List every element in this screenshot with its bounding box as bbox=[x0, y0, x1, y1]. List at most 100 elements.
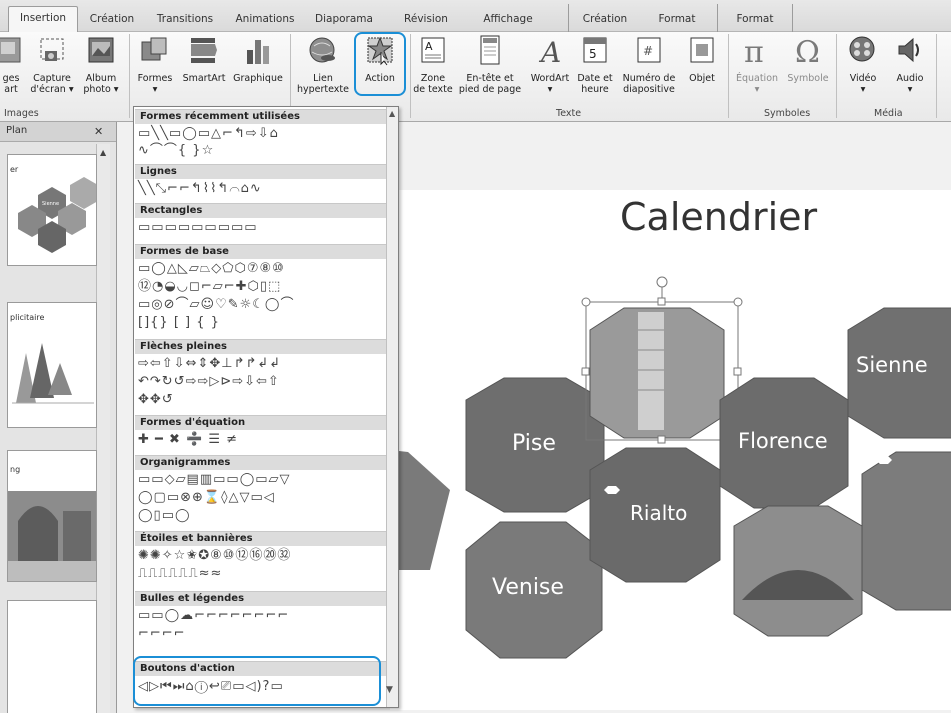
video-button[interactable]: Vidéo ▾ bbox=[840, 34, 886, 95]
hexagon-label-sienne: Sienne bbox=[856, 353, 928, 377]
shape-row[interactable]: ▭╲╲▭◯▭△⌐↰⇨⇩⌂ bbox=[138, 127, 279, 141]
plan-tab[interactable]: Plan bbox=[6, 125, 27, 136]
resize-handle[interactable] bbox=[581, 297, 591, 307]
svg-text:A: A bbox=[425, 40, 433, 53]
ribbon-tab-bar: Insertion Création Transitions Animation… bbox=[0, 0, 951, 33]
close-icon[interactable]: ✕ bbox=[94, 125, 103, 138]
svg-text:Ω: Ω bbox=[795, 35, 820, 68]
photo-hexagon-cathedral[interactable] bbox=[861, 451, 951, 611]
tab-format-contextual-1[interactable]: Format bbox=[645, 8, 709, 32]
smartart-button[interactable]: SmartArt bbox=[178, 34, 230, 84]
shape-row[interactable]: ◯▯▭◯ bbox=[138, 509, 191, 523]
tab-affichage[interactable]: Affichage bbox=[470, 8, 546, 32]
shape-row[interactable]: ◯▢▭⊗⊕⌛◊△▽▭◁ bbox=[138, 491, 275, 505]
slide-thumbnail-2[interactable]: plicitaire bbox=[7, 302, 97, 428]
date-heure-button[interactable]: 5 Date et heure bbox=[572, 34, 618, 95]
formes-label-2: ▾ bbox=[152, 84, 158, 95]
shape-row[interactable]: ⎍⎍⎍⎍⎍⎍≈≈ bbox=[138, 567, 222, 581]
group-separator bbox=[129, 34, 130, 118]
tab-animations[interactable]: Animations bbox=[226, 8, 304, 32]
scroll-up-icon[interactable]: ▲ bbox=[100, 148, 106, 157]
omega-icon: Ω bbox=[795, 35, 820, 70]
pane-scrollbar[interactable]: ▲ bbox=[96, 144, 110, 713]
tab-diaporama[interactable]: Diaporama bbox=[305, 8, 383, 32]
rotate-handle[interactable] bbox=[656, 276, 668, 288]
capture-button[interactable]: Capture d'écran ▾ bbox=[28, 34, 76, 95]
resize-handle[interactable] bbox=[657, 435, 666, 444]
resize-handle[interactable] bbox=[581, 367, 590, 376]
images-button[interactable]: ges art bbox=[0, 34, 26, 95]
shape-row[interactable]: ▭▭▭▭▭▭▭▭▭ bbox=[138, 221, 258, 235]
photo-album-icon bbox=[88, 37, 114, 63]
graphique-button[interactable]: Graphique bbox=[230, 34, 286, 84]
audio-button[interactable]: Audio ▾ bbox=[888, 34, 932, 95]
tab-separator bbox=[568, 4, 569, 32]
shape-row[interactable]: ▭▭◇▱▤▥▭▭◯▭▱▽ bbox=[138, 473, 291, 487]
chart-icon bbox=[247, 40, 269, 64]
tab-creation[interactable]: Création bbox=[80, 8, 144, 32]
section-header-recent: Formes récemment utilisées bbox=[135, 109, 386, 124]
shapes-gallery-dropdown: ▲ Formes récemment utilisées ▭╲╲▭◯▭△⌐↰⇨⇩… bbox=[133, 106, 399, 708]
lien-hypertexte-button[interactable]: Lien hypertexte bbox=[294, 34, 352, 95]
date-label-2: heure bbox=[581, 84, 609, 95]
zone-label: Zone bbox=[420, 73, 446, 84]
scroll-up-icon[interactable]: ▲ bbox=[389, 109, 395, 118]
objet-button[interactable]: Objet bbox=[680, 34, 724, 84]
symbole-button[interactable]: Ω Symbole bbox=[784, 34, 832, 84]
gallery-scrollbar[interactable]: ▲ bbox=[386, 107, 398, 707]
tab-creation-contextual[interactable]: Création bbox=[572, 8, 638, 32]
slide-thumbnail-3[interactable]: ng bbox=[7, 450, 97, 582]
tab-insertion[interactable]: Insertion bbox=[8, 6, 78, 33]
shape-row[interactable]: ▭▭◯☁⌐⌐⌐⌐⌐⌐⌐⌐ bbox=[138, 609, 289, 623]
zone-de-texte-button[interactable]: A Zone de texte bbox=[412, 34, 454, 95]
shape-row[interactable]: ▭◯△◺▱⏢◇⬠⬡⑦⑧⑩ bbox=[138, 262, 285, 276]
equation-button[interactable]: π Équation ▾ bbox=[732, 34, 782, 95]
shape-row[interactable]: ✺✺✧☆✬✪⑧⑩⑫⑯⑳㉜ bbox=[138, 549, 291, 563]
formes-button[interactable]: Formes ▾ bbox=[132, 34, 178, 95]
thumb-title: plicitaire bbox=[10, 313, 45, 322]
slide[interactable]: Calendrier Pise Venise Rialto Florence S… bbox=[390, 190, 951, 710]
objet-label: Objet bbox=[689, 73, 715, 84]
tab-separator bbox=[792, 4, 793, 32]
shape-row[interactable]: ▭◎⊘⌒▱☺♡✎☼☾◯⌒ bbox=[138, 298, 294, 312]
entete-pied-button[interactable]: En-tête et pied de page bbox=[456, 34, 524, 95]
tab-transitions[interactable]: Transitions bbox=[146, 8, 224, 32]
shape-row[interactable]: ⇨⇦⇧⇩⇔⇕✥⊥↱↱↲↲ bbox=[138, 357, 281, 371]
shape-row[interactable]: ╲╲⤡⌐⌐↰⌇⌇↰⌒⌂∿ bbox=[138, 182, 262, 196]
shape-row[interactable]: ↶↷↻↺⇨⇨▷⊳⇨⇩⇦⇧ bbox=[138, 375, 280, 389]
entete-label-2: pied de page bbox=[458, 84, 522, 95]
album-photo-button[interactable]: Album photo ▾ bbox=[78, 34, 124, 95]
resize-handle[interactable] bbox=[733, 367, 742, 376]
tab-revision[interactable]: Révision bbox=[392, 8, 460, 32]
thumb-title: ng bbox=[10, 465, 21, 474]
formes-label: Formes bbox=[137, 73, 173, 84]
scroll-down-icon[interactable]: ▼ bbox=[386, 685, 393, 695]
group-separator bbox=[936, 34, 937, 118]
slides-pane: Plan ✕ ▲ er Sienne plicitaire ng bbox=[0, 122, 117, 713]
images-label: ges bbox=[2, 73, 20, 84]
thumb-title: er bbox=[10, 165, 19, 174]
shape-row[interactable]: ✥✥↺ bbox=[138, 393, 174, 407]
section-header-formes-de-base: Formes de base bbox=[135, 244, 386, 259]
shape-row[interactable]: ∿⌒⌒{ }☆ bbox=[138, 144, 214, 158]
calendar-icon: 5 bbox=[583, 37, 607, 63]
shape-row[interactable]: ⌐⌐⌐⌐ bbox=[138, 627, 186, 641]
wordart-label: WordArt bbox=[530, 73, 570, 84]
hyperlink-icon bbox=[309, 37, 335, 63]
shape-row[interactable]: ✚ ━ ✖ ➗ ☰ ≠ bbox=[138, 433, 238, 447]
wordart-button[interactable]: A WordArt ▾ bbox=[530, 34, 570, 95]
tab-format-contextual-2[interactable]: Format bbox=[722, 8, 788, 32]
object-icon bbox=[690, 37, 714, 63]
numero-label: Numéro de bbox=[622, 73, 676, 84]
numero-label-2: diapositive bbox=[623, 84, 675, 95]
slide-thumbnail-4[interactable] bbox=[7, 600, 97, 713]
resize-handle[interactable] bbox=[657, 297, 666, 306]
resize-handle[interactable] bbox=[733, 297, 743, 307]
slide-thumbnail-1[interactable]: er Sienne bbox=[7, 154, 97, 266]
hexagon-label-venise: Venise bbox=[492, 575, 564, 600]
shape-row[interactable]: []{} [ ] { } bbox=[138, 316, 220, 330]
shape-row[interactable]: ⑫◔◒◡◻⌐▱⌐✚⬡▯⬚ bbox=[138, 280, 281, 294]
numero-diapositive-button[interactable]: # Numéro de diapositive bbox=[620, 34, 678, 95]
action-highlight bbox=[354, 32, 406, 96]
smartart-label: SmartArt bbox=[182, 73, 226, 84]
